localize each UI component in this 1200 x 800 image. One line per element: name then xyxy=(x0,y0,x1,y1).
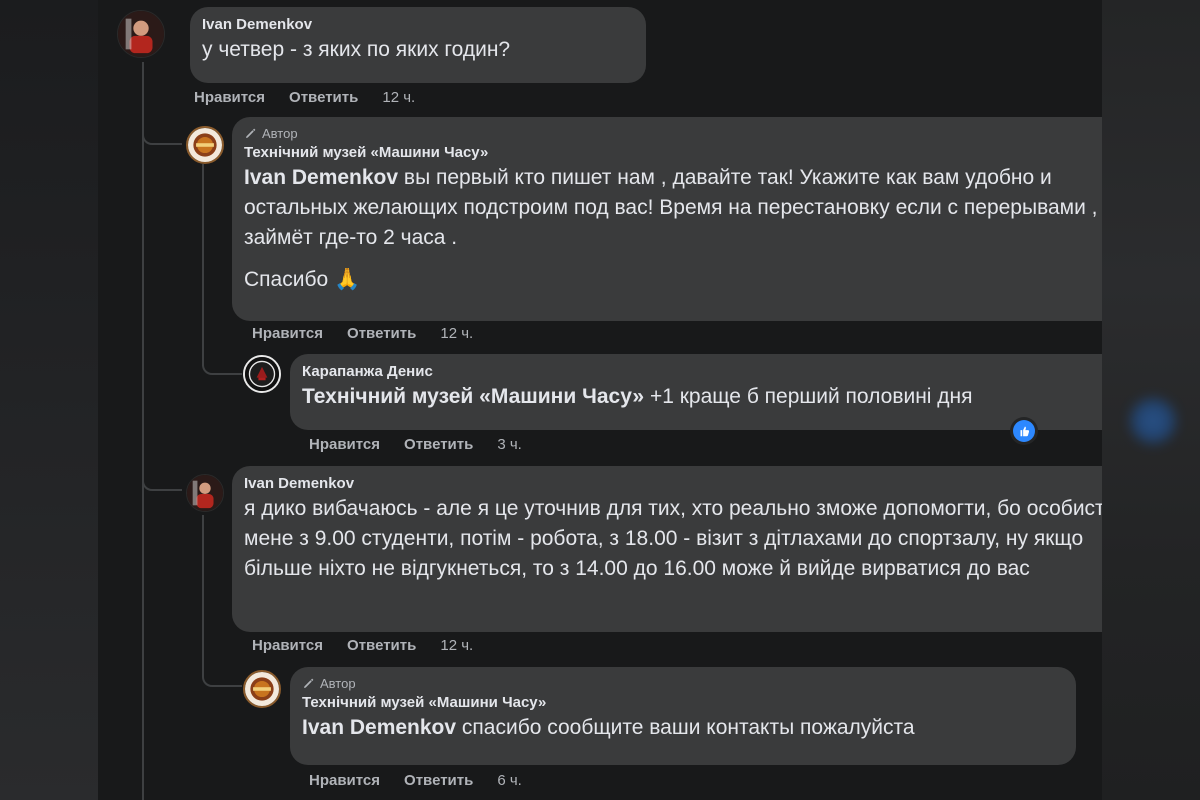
like-button[interactable]: Нравится xyxy=(252,636,323,656)
comment-timestamp[interactable]: 3 ч. xyxy=(497,435,522,455)
author-badge-label: Автор xyxy=(320,676,356,691)
comment-bubble: Автор Технічний музей «Машини Часу» Ivan… xyxy=(290,667,1076,765)
comment-text-second-paragraph: Спасибо 🙏 xyxy=(244,268,361,291)
author-badge-label: Автор xyxy=(262,126,298,141)
author-badge: Автор xyxy=(244,125,1102,142)
like-button[interactable]: Нравится xyxy=(309,771,380,791)
left-blurred-background xyxy=(0,0,98,800)
comment-author[interactable]: Технічний музей «Машини Часу» xyxy=(302,693,1064,713)
avatar[interactable] xyxy=(186,126,224,164)
thread-line-main xyxy=(142,62,144,800)
comment-bubble: Автор Технічний музей «Машини Часу» Ivan… xyxy=(232,117,1102,321)
comment-timestamp[interactable]: 6 ч. xyxy=(497,771,522,791)
comment-author[interactable]: Ivan Demenkov xyxy=(202,15,634,35)
comment-text: Технічний музей «Машини Часу» +1 краще б… xyxy=(302,382,1102,412)
comment-text: Ivan Demenkov вы первый кто пишет нам , … xyxy=(244,163,1102,253)
thread-connector-4 xyxy=(202,662,242,687)
thread-connector-1 xyxy=(142,118,182,145)
comment-actions: Нравится Ответить 12 ч. xyxy=(194,88,415,108)
comment-actions: Нравится Ответить 12 ч. xyxy=(252,636,473,656)
comment-bubble: Ivan Demenkov я дико вибачаюсь - але я ц… xyxy=(232,466,1102,632)
thread-connector-3 xyxy=(142,466,182,491)
comment-text: Ivan Demenkov спасибо сообщите ваши конт… xyxy=(302,713,1064,743)
avatar[interactable] xyxy=(186,474,224,512)
comment-text: у четвер - з яких по яких годин? xyxy=(202,38,511,61)
comment-timestamp[interactable]: 12 ч. xyxy=(440,636,473,656)
comment-author[interactable]: Карапанжа Денис xyxy=(302,362,1102,382)
comment-text: я дико вибачаюсь - але я це уточнив для … xyxy=(244,497,1102,580)
reply-button[interactable]: Ответить xyxy=(347,324,416,344)
like-button[interactable]: Нравится xyxy=(252,324,323,344)
pencil-icon xyxy=(246,128,256,138)
pencil-icon xyxy=(304,678,314,688)
mention-link[interactable]: Ivan Demenkov xyxy=(244,166,398,189)
thumbs-up-icon xyxy=(1013,420,1035,442)
like-button[interactable]: Нравится xyxy=(194,88,265,108)
author-badge: Автор xyxy=(302,675,1064,692)
comment-actions: Нравится Ответить 6 ч. xyxy=(309,771,522,791)
reply-button[interactable]: Ответить xyxy=(404,435,473,455)
comment-bubble: Ivan Demenkov у четвер - з яких по яких … xyxy=(190,7,646,83)
thread-line-reply-1 xyxy=(202,164,204,366)
avatar[interactable] xyxy=(243,670,281,708)
comment-timestamp[interactable]: 12 ч. xyxy=(440,324,473,344)
comment-actions: Нравится Ответить 12 ч. xyxy=(252,324,473,344)
comment-text-body: +1 краще б перший половині дня xyxy=(644,385,973,408)
reaction-badge[interactable] xyxy=(1010,417,1038,445)
comment-text-body: спасибо сообщите ваши контакты пожалуйст… xyxy=(456,716,915,739)
avatar[interactable] xyxy=(243,355,281,393)
right-blurred-background xyxy=(1102,0,1200,800)
thread-line-reply-3 xyxy=(202,515,204,670)
reply-button[interactable]: Ответить xyxy=(347,636,416,656)
comment-timestamp[interactable]: 12 ч. xyxy=(382,88,415,108)
comment-bubble: Карапанжа Денис Технічний музей «Машини … xyxy=(290,354,1102,430)
comment-thread: Ivan Demenkov у четвер - з яких по яких … xyxy=(98,0,1102,800)
mention-link[interactable]: Технічний музей «Машини Часу» xyxy=(302,385,644,408)
reply-button[interactable]: Ответить xyxy=(289,88,358,108)
comment-actions: Нравится Ответить 3 ч. xyxy=(309,435,522,455)
mention-link[interactable]: Ivan Demenkov xyxy=(302,716,456,739)
blurred-reaction-icon xyxy=(1130,398,1176,444)
avatar[interactable] xyxy=(117,10,165,58)
like-button[interactable]: Нравится xyxy=(309,435,380,455)
thread-connector-2 xyxy=(202,348,242,375)
comment-author[interactable]: Технічний музей «Машини Часу» xyxy=(244,143,1102,163)
comment-author[interactable]: Ivan Demenkov xyxy=(244,474,1102,494)
reply-button[interactable]: Ответить xyxy=(404,771,473,791)
